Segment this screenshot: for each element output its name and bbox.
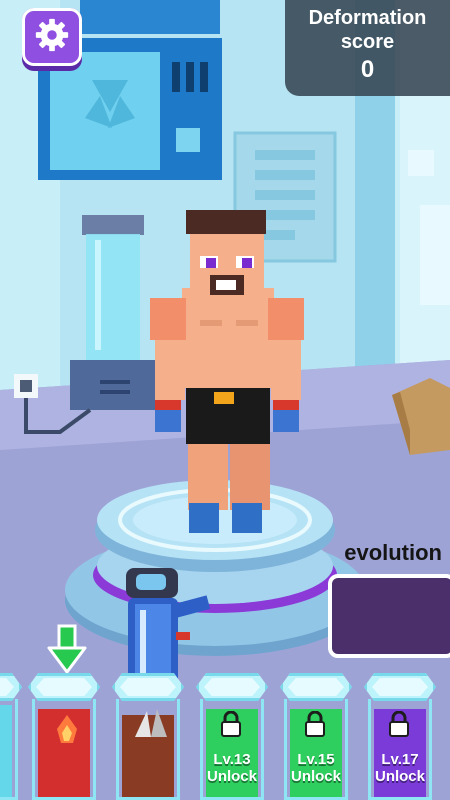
unlock-level: Lv.13 [213,751,251,768]
evolution-progress-bar [328,574,450,658]
lock-icon [221,711,241,737]
score-value: 0 [360,56,375,83]
shelf-slot-4[interactable]: Lv.15 Unlock [280,673,352,800]
shelf-slot-partial[interactable] [0,673,22,800]
unlock-level: Lv.15 [297,751,335,768]
unlock-label: Unlock [374,768,425,785]
score-title: Deformation score [308,7,427,53]
shelf-slot-2[interactable] [112,673,184,800]
fire-icon [57,715,77,743]
unlock-label: Unlock [206,768,257,785]
settings-button[interactable] [22,8,82,66]
unlock-level: Lv.17 [381,751,419,768]
score-panel: Deformation score 0 [285,0,450,96]
shelf-slot-3[interactable]: Lv.13 Unlock [196,673,268,800]
gear-icon [33,16,71,59]
lock-icon [305,711,325,737]
shelf-slot-5[interactable]: Lv.17 Unlock [364,673,436,800]
shelf-slot-1[interactable] [28,673,100,800]
unlock-label: Unlock [290,768,341,785]
lock-icon [389,711,409,737]
evolution-label: evolution [344,540,442,565]
arrow-down-icon [47,624,87,674]
wings-icon [135,709,167,737]
